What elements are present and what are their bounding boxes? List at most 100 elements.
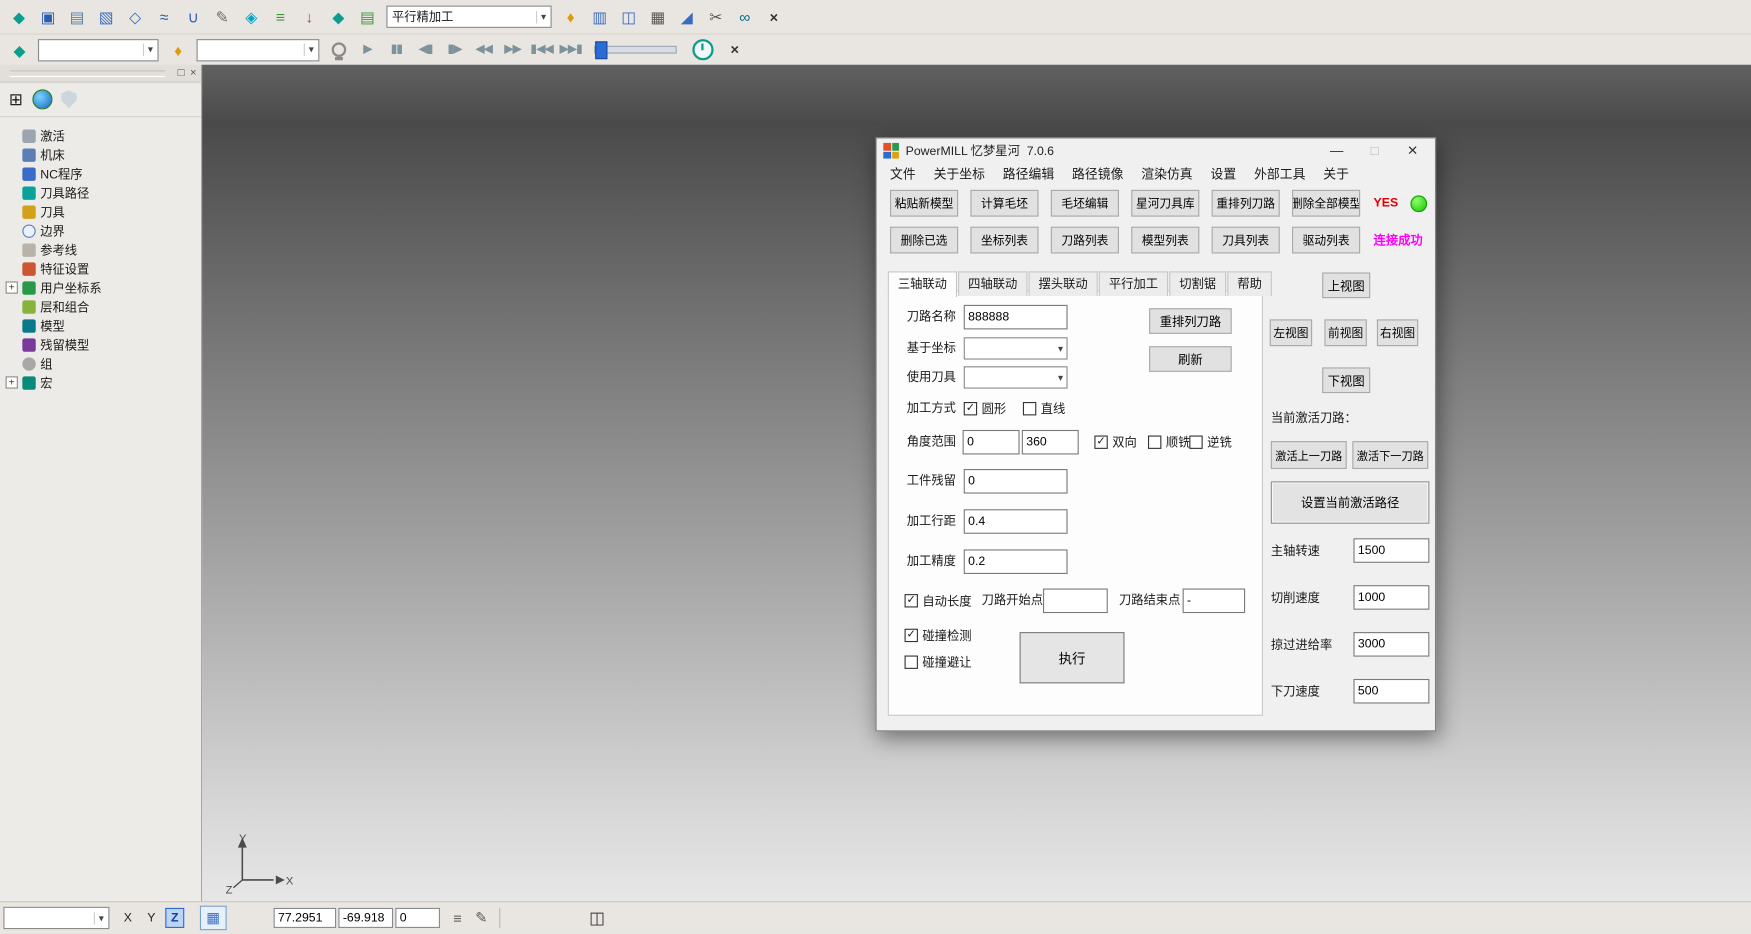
pmill-logo-icon[interactable]: ◆ bbox=[4, 36, 33, 63]
conventional-mill-checkbox[interactable]: 逆铣 bbox=[1189, 430, 1231, 455]
coordinate-z-input[interactable] bbox=[395, 908, 440, 928]
view-top-button[interactable]: 上视图 bbox=[1322, 272, 1370, 298]
circle-checkbox[interactable]: 圆形 bbox=[964, 396, 1006, 421]
param-input[interactable] bbox=[1353, 538, 1429, 563]
tree-item[interactable]: 参考线 bbox=[0, 240, 201, 259]
axis-lock-button[interactable]: X bbox=[118, 908, 137, 928]
macro-record-icon[interactable]: ↓ bbox=[295, 3, 324, 30]
action-button[interactable]: 删除全部模型 bbox=[1292, 190, 1360, 217]
panel-grip[interactable] bbox=[10, 70, 165, 77]
execute-button[interactable]: 执行 bbox=[1020, 632, 1125, 683]
light-toggle-icon[interactable] bbox=[324, 36, 353, 63]
tree-expander-icon[interactable] bbox=[6, 130, 18, 142]
tree-expander-icon[interactable] bbox=[6, 262, 18, 274]
line-checkbox[interactable]: 直线 bbox=[1023, 396, 1065, 421]
maximize-button[interactable]: □ bbox=[1359, 143, 1390, 159]
tree-item[interactable]: + 宏 bbox=[0, 373, 201, 392]
tree-expander-icon[interactable] bbox=[6, 168, 18, 180]
tree-expander-icon[interactable]: + bbox=[6, 281, 18, 293]
strategy-form-icon[interactable]: ▤ bbox=[353, 3, 382, 30]
toolpath-icon[interactable]: ≈ bbox=[150, 3, 179, 30]
strategy-select[interactable]: 平行精加工 ▾ bbox=[386, 6, 551, 28]
tolerance-input[interactable] bbox=[964, 549, 1068, 574]
tree-item[interactable]: 机床 bbox=[0, 145, 201, 164]
refresh-button[interactable]: 刷新 bbox=[1149, 346, 1232, 372]
tree-expander-icon[interactable] bbox=[6, 300, 18, 312]
tree-expander-icon[interactable] bbox=[6, 205, 18, 217]
save-icon[interactable]: ▣ bbox=[34, 3, 63, 30]
fast-forward-icon[interactable]: ▶▶ bbox=[498, 36, 527, 63]
collision-avoid-checkbox[interactable]: 碰撞避让 bbox=[905, 650, 972, 675]
tree-expander-icon[interactable] bbox=[6, 224, 18, 236]
globe-icon[interactable] bbox=[32, 89, 52, 109]
shield-icon[interactable] bbox=[61, 90, 77, 108]
climb-mill-checkbox[interactable]: 顺铣 bbox=[1148, 430, 1190, 455]
tree-item[interactable]: 激活 bbox=[0, 126, 201, 145]
clipper-icon[interactable]: ✂ bbox=[701, 3, 730, 30]
menu-item[interactable]: 路径编辑 bbox=[994, 165, 1063, 183]
tree-item[interactable]: 残留模型 bbox=[0, 335, 201, 354]
view-bottom-button[interactable]: 下视图 bbox=[1322, 367, 1370, 393]
clock-icon[interactable] bbox=[692, 39, 713, 60]
block-measure-icon[interactable]: ◫ bbox=[614, 3, 643, 30]
sim-toolbar-close-icon[interactable]: × bbox=[720, 36, 749, 63]
pen-icon[interactable]: ✎ bbox=[475, 909, 487, 927]
tool-select[interactable]: ▾ bbox=[964, 366, 1068, 388]
tree-item[interactable]: 刀具 bbox=[0, 202, 201, 221]
boundary-icon[interactable]: ∪ bbox=[179, 3, 208, 30]
tree-expander-icon[interactable] bbox=[6, 243, 18, 255]
tree-item[interactable]: 组 bbox=[0, 354, 201, 373]
menu-item[interactable]: 文件 bbox=[881, 165, 925, 183]
menu-item[interactable]: 设置 bbox=[1202, 165, 1246, 183]
end-point-input[interactable] bbox=[1183, 589, 1246, 614]
axis-lock-button[interactable]: Z bbox=[165, 908, 184, 928]
angle-end-input[interactable] bbox=[1022, 430, 1079, 455]
activate-next-toolpath-button[interactable]: 激活下一刀路 bbox=[1352, 441, 1428, 469]
workplane-select[interactable]: ▾ bbox=[964, 337, 1068, 359]
grid-snap-icon[interactable]: ▦ bbox=[200, 906, 227, 931]
tree-expander-icon[interactable] bbox=[6, 338, 18, 350]
angle-start-input[interactable] bbox=[963, 430, 1020, 455]
menu-item[interactable]: 外部工具 bbox=[1245, 165, 1314, 183]
stats-icon[interactable]: ▥ bbox=[585, 3, 614, 30]
list-icon[interactable]: ≡ bbox=[453, 910, 461, 927]
menu-item[interactable]: 关于 bbox=[1314, 165, 1358, 183]
tab[interactable]: 平行加工 bbox=[1099, 271, 1168, 296]
rearrange-toolpaths-button[interactable]: 重排列刀路 bbox=[1149, 308, 1232, 334]
menu-item[interactable]: 关于坐标 bbox=[925, 165, 994, 183]
bidirectional-checkbox[interactable]: 双向 bbox=[1094, 430, 1136, 455]
param-input[interactable] bbox=[1353, 585, 1429, 610]
pmill-logo-icon[interactable]: ◆ bbox=[4, 3, 33, 30]
explorer-tree-icon[interactable]: ⊞ bbox=[9, 89, 23, 109]
tab[interactable]: 摆头联动 bbox=[1028, 271, 1097, 296]
statusbar-select[interactable]: ▾ bbox=[3, 907, 109, 929]
param-input[interactable] bbox=[1353, 679, 1429, 704]
play-icon[interactable]: ▶ bbox=[353, 36, 382, 63]
tree-expander-icon[interactable]: + bbox=[6, 376, 18, 388]
view-left-button[interactable]: 左视图 bbox=[1270, 319, 1312, 346]
action-button[interactable]: 重排列刀路 bbox=[1212, 190, 1280, 217]
action-button[interactable]: 坐标列表 bbox=[970, 227, 1038, 254]
pause-icon[interactable]: ▮▮ bbox=[382, 36, 411, 63]
param-input[interactable] bbox=[1353, 632, 1429, 657]
stepover-input[interactable] bbox=[964, 509, 1068, 534]
dialog-titlebar[interactable]: PowerMILL 忆梦星河 7.0.6 — □ ✕ bbox=[877, 138, 1435, 163]
tree-item[interactable]: NC程序 bbox=[0, 164, 201, 183]
coordinate-y-input[interactable] bbox=[338, 908, 393, 928]
action-button[interactable]: 删除已选 bbox=[890, 227, 958, 254]
step-back-icon[interactable]: ◀▮ bbox=[411, 36, 440, 63]
tree-item[interactable]: 特征设置 bbox=[0, 259, 201, 278]
feature-icon[interactable]: ◈ bbox=[237, 3, 266, 30]
step-forward-icon[interactable]: ▮▶ bbox=[440, 36, 469, 63]
tree-expander-icon[interactable] bbox=[6, 186, 18, 198]
tree-item[interactable]: 刀具路径 bbox=[0, 183, 201, 202]
tab[interactable]: 帮助 bbox=[1227, 271, 1272, 296]
tab[interactable]: 四轴联动 bbox=[958, 271, 1027, 296]
float-panel-icon[interactable]: □ bbox=[178, 67, 185, 79]
start-point-input[interactable] bbox=[1043, 589, 1108, 614]
action-button[interactable]: 粘贴新模型 bbox=[890, 190, 958, 217]
tab[interactable]: 切割锯 bbox=[1169, 271, 1226, 296]
tab[interactable]: 三轴联动 bbox=[888, 271, 957, 297]
auto-length-checkbox[interactable]: 自动长度 bbox=[905, 589, 972, 614]
pattern-icon[interactable]: ✎ bbox=[208, 3, 237, 30]
